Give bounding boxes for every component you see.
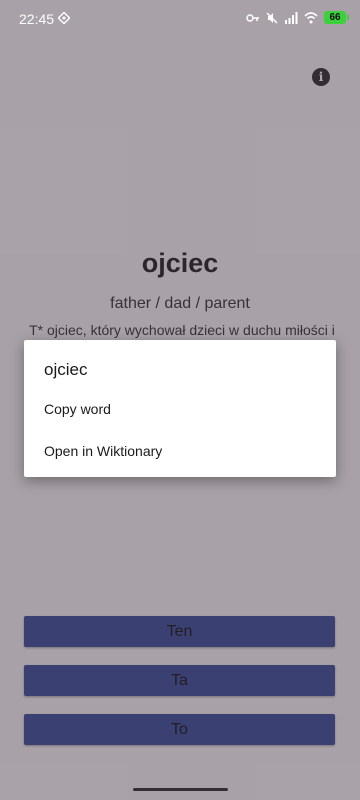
context-menu-dialog: ojciec Copy word Open in Wiktionary [24,340,336,477]
status-bar: 22:45 66 [0,0,360,40]
signal-icon [285,11,298,24]
status-icons: 66 [246,11,349,24]
mute-icon [266,11,278,24]
status-time: 22:45 [19,11,55,27]
battery-icon: 66 [324,11,349,24]
menu-title: ojciec [44,360,88,379]
open-wiktionary-menu-item[interactable]: Open in Wiktionary [44,443,162,459]
wifi-icon [304,11,318,23]
location-icon [58,12,70,24]
key-icon [246,13,259,22]
copy-word-menu-item[interactable]: Copy word [44,401,111,417]
